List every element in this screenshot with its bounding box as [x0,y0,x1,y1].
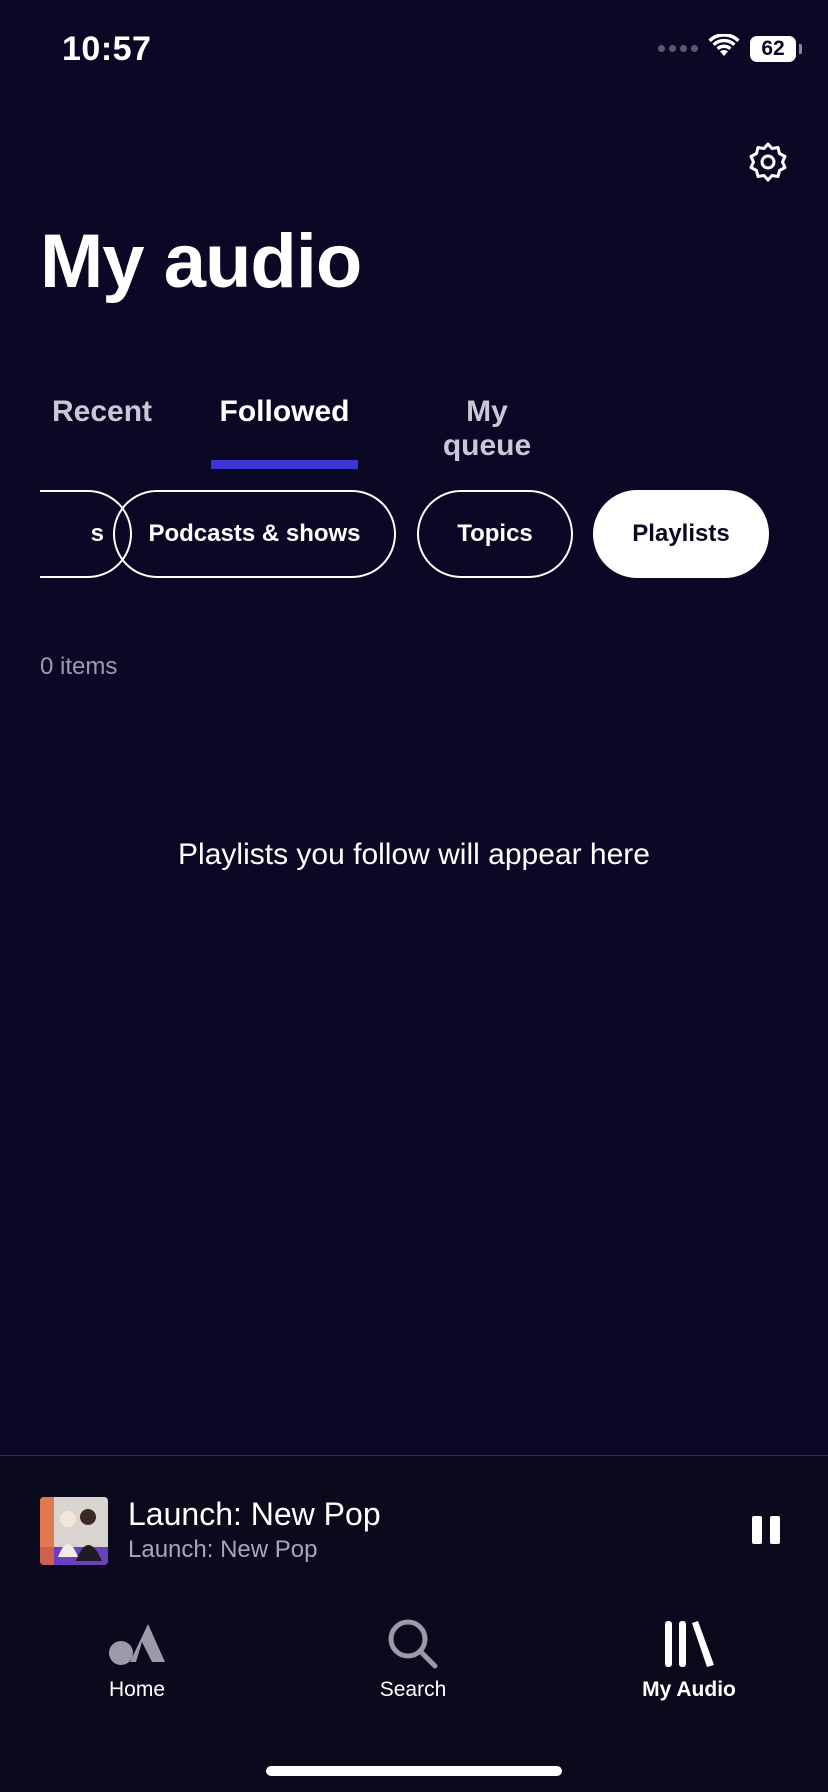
nav-search[interactable]: Search [323,1616,503,1716]
settings-button[interactable] [746,142,790,186]
tab-bar: Recent Followed My queue [0,395,828,470]
now-playing-title: Launch: New Pop [128,1496,381,1532]
gear-icon [747,141,789,188]
nav-home-label: Home [108,1678,166,1701]
home-icon [108,1616,166,1672]
battery-icon: 62 [750,35,802,62]
tab-my-queue[interactable]: My queue [420,395,554,470]
library-icon [662,1616,716,1672]
page-title: My audio [40,219,362,304]
empty-state-message: Playlists you follow will appear here [178,838,650,871]
nav-search-label: Search [379,1678,447,1701]
status-time: 10:57 [62,30,152,68]
nav-my-audio[interactable]: My Audio [599,1616,779,1716]
filter-chips: s Podcasts & shows Topics Playlists [40,490,828,582]
wifi-icon [708,33,740,63]
pause-button[interactable] [746,1512,786,1552]
home-indicator [266,1766,562,1776]
nav-home[interactable]: Home [47,1616,227,1716]
now-playing-bar[interactable]: Launch: New Pop Launch: New Pop [0,1456,828,1606]
cellular-signal-icon [658,45,698,52]
search-icon [386,1616,440,1672]
chip-playlists[interactable]: Playlists [593,490,769,578]
bottom-area: Launch: New Pop Launch: New Pop Home Sea… [0,1455,828,1792]
status-indicators: 62 [658,33,802,63]
chip-podcasts-shows[interactable]: Podcasts & shows [113,490,396,578]
nav-my-audio-label: My Audio [642,1678,736,1701]
item-count: 0 items [40,653,118,680]
bottom-nav: Home Search My Audio [0,1606,828,1726]
status-bar: 10:57 62 [0,0,828,100]
pause-icon [750,1514,782,1551]
now-playing-subtitle: Launch: New Pop [128,1536,318,1563]
chip-topics[interactable]: Topics [417,490,573,578]
now-playing-artwork [40,1497,108,1565]
tab-recent[interactable]: Recent [52,395,152,470]
active-tab-indicator [211,460,358,469]
tab-followed[interactable]: Followed [211,395,358,470]
